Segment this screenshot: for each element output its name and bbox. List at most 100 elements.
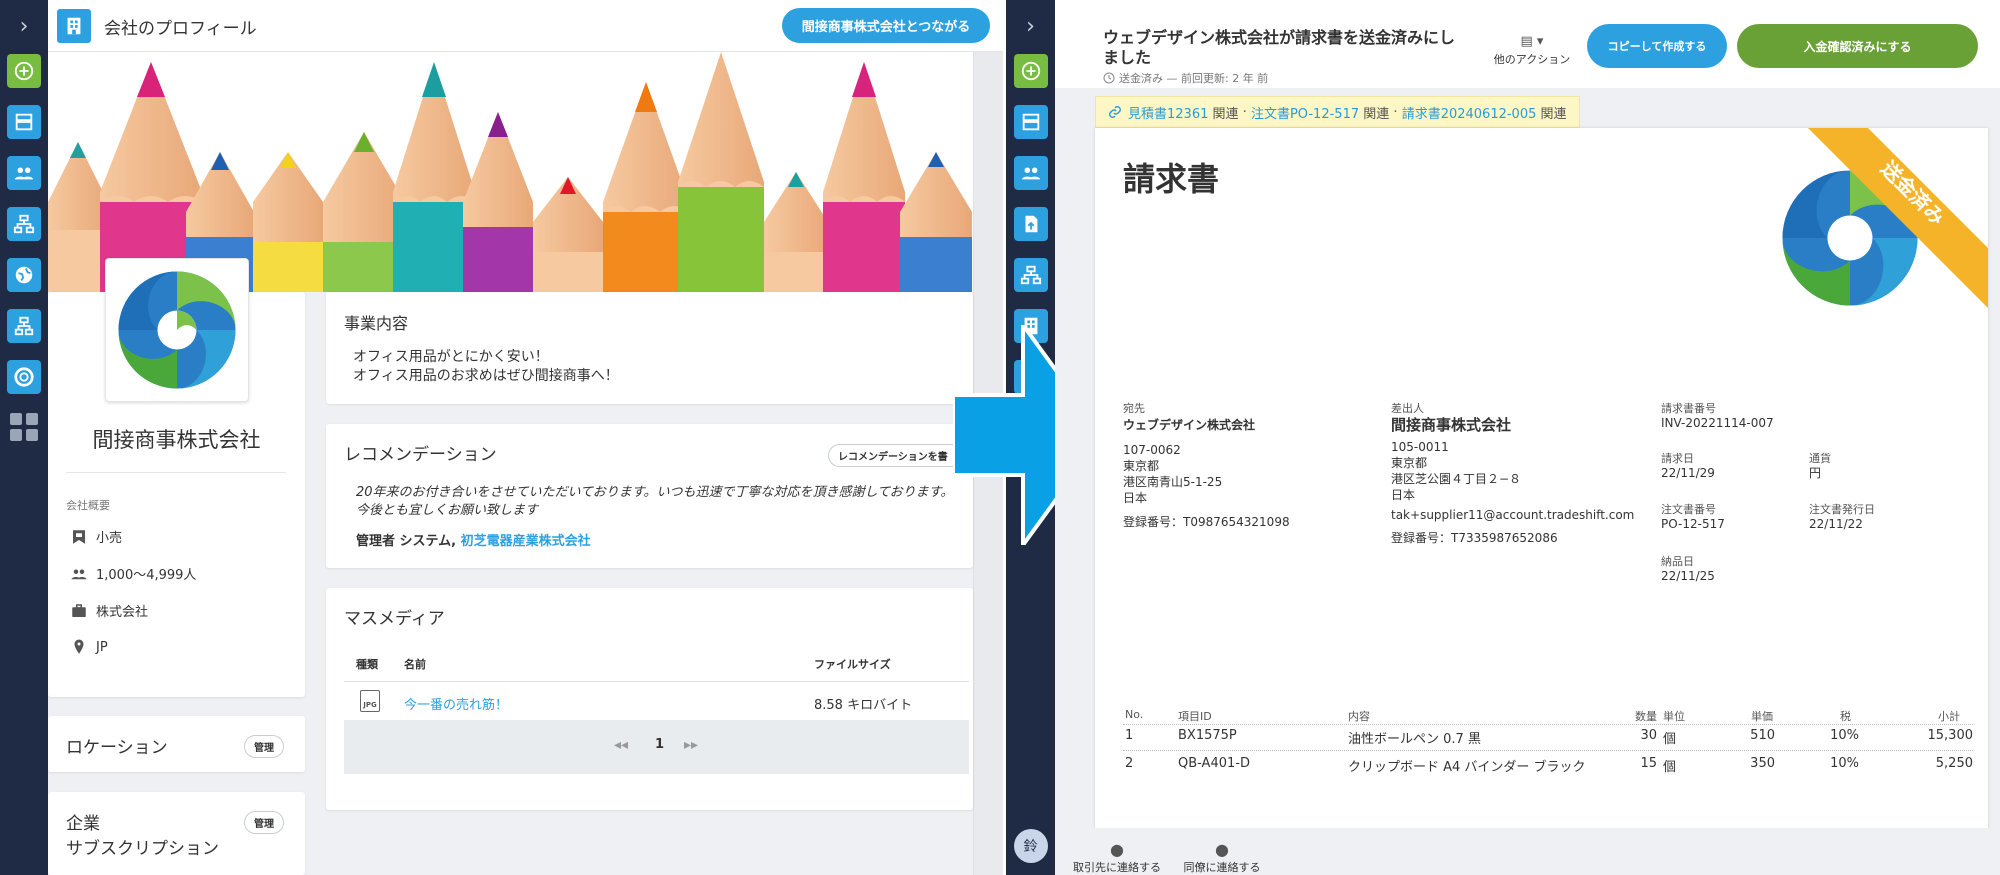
row1-total: 15,300: [1927, 728, 1974, 743]
to-postal: 107-0062: [1123, 443, 1181, 457]
company-profile-app: 会社のプロフィール 間接商事株式会社とつながる 会社概要 小売 1,000〜4,…: [48, 0, 1003, 875]
related-po-link[interactable]: 注文書PO-12-517: [1251, 103, 1359, 122]
media-file-size: 8.58 キロバイト: [814, 698, 913, 713]
other-actions-button[interactable]: ▤ ▾ 他のアクション: [1487, 30, 1577, 67]
pencils-banner-image: [48, 52, 973, 292]
network-icon[interactable]: [1013, 258, 1048, 292]
from-label: 差出人: [1391, 402, 1424, 415]
to-pref: 東京都: [1123, 459, 1160, 473]
delivery-date-label: 納品日: [1661, 555, 1694, 568]
col-unit: 単位: [1663, 710, 1685, 723]
row2-unit: 個: [1663, 760, 1677, 775]
table-divider: [1123, 750, 1973, 751]
network-icon[interactable]: [7, 207, 41, 241]
profile-header: 会社のプロフィール 間接商事株式会社とつながる: [48, 0, 1003, 52]
invoice-document: 請求書 送金済み 宛先 ウェブデザイン株式会社 107-0062 東京都 港区南…: [1095, 128, 1988, 828]
row1-no: 1: [1125, 728, 1134, 743]
hierarchy-icon[interactable]: [7, 309, 41, 343]
next-page-icon[interactable]: ▸▸: [684, 737, 698, 753]
user-avatar[interactable]: 鈴: [1013, 829, 1048, 863]
col-no: No.: [1125, 708, 1144, 721]
contacts-icon[interactable]: [1013, 156, 1048, 190]
link-icon: [1109, 106, 1121, 118]
recommendation-author: 管理者 システム, 初芝電器産業株式会社: [356, 530, 591, 549]
row1-desc: 油性ボールペン 0.7 黒: [1348, 732, 1481, 747]
col-description: 内容: [1348, 710, 1370, 723]
connect-button[interactable]: 間接商事株式会社とつながる: [782, 8, 990, 43]
briefcase-icon: [72, 603, 86, 617]
contacts-icon[interactable]: [7, 156, 41, 190]
pagination-bar: ◂◂ 1 ▸▸: [344, 720, 969, 774]
to-address: 港区南青山5-1-25: [1123, 475, 1223, 489]
media-file-link[interactable]: 今一番の売れ筋！: [404, 694, 508, 713]
divider: [66, 472, 286, 473]
contact-colleague-label: 同僚に連絡する: [1183, 861, 1261, 874]
pencils-banner: [48, 52, 973, 292]
row2-no: 2: [1125, 756, 1134, 771]
delivery-date: 22/11/25: [1661, 569, 1715, 583]
inbox-icon[interactable]: [1013, 105, 1048, 139]
paid-ribbon: 送金済み: [1808, 128, 1988, 308]
clock-icon: [1103, 72, 1115, 84]
current-page[interactable]: 1: [655, 737, 664, 752]
col-size: ファイルサイズ: [814, 658, 891, 671]
prev-page-icon[interactable]: ◂◂: [614, 737, 628, 753]
support-icon[interactable]: [7, 360, 41, 394]
document-icon: ▤ ▾: [1520, 34, 1544, 49]
globe-icon[interactable]: [7, 258, 41, 292]
subscription-manage-button[interactable]: 管理: [244, 811, 284, 834]
from-registration: 登録番号：T7335987652086: [1391, 531, 1558, 545]
inbox-icon[interactable]: [7, 105, 41, 139]
invoice-heading-2: ました: [1103, 48, 1152, 67]
chat-bubble-icon: ●: [1215, 840, 1229, 859]
row2-qty: 15: [1640, 756, 1657, 771]
write-recommendation-button[interactable]: レコメンデーションを書: [828, 444, 957, 467]
invoice-number-label: 請求書番号: [1661, 402, 1716, 415]
contact-partner-button[interactable]: ● 取引先に連絡する: [1069, 840, 1165, 875]
subscription-title-1: 企業: [66, 814, 100, 834]
recommendation-title: レコメンデーション: [344, 445, 497, 465]
to-name: ウェブデザイン株式会社: [1123, 418, 1256, 432]
location-manage-button[interactable]: 管理: [244, 735, 284, 758]
invoice-number: INV-20221114-007: [1661, 416, 1774, 430]
jpg-file-icon: JPG: [360, 690, 380, 712]
contact-partner-label: 取引先に連絡する: [1073, 861, 1161, 874]
expand-chevron-icon[interactable]: ›: [1026, 12, 1035, 42]
row1-id: BX1575P: [1178, 728, 1237, 743]
col-item-id: 項目ID: [1178, 710, 1212, 723]
col-qty: 数量: [1635, 710, 1657, 723]
po-number-label: 注文書番号: [1661, 503, 1716, 516]
table-divider: [344, 681, 969, 682]
invoice-date: 22/11/29: [1661, 466, 1715, 480]
copy-create-button[interactable]: コピーして作成する: [1587, 24, 1727, 68]
related-suffix-2: 関連: [1363, 106, 1390, 122]
row2-price: 350: [1750, 756, 1775, 771]
col-name: 名前: [404, 658, 426, 671]
recommendation-text: 20年来のお付き合いをさせていただいております。いつも迅速で丁寧な対応を頂き感謝…: [356, 485, 954, 518]
confirm-payment-button[interactable]: 入金確認済みにする: [1737, 24, 1978, 68]
table-divider: [1123, 724, 1973, 725]
upload-icon[interactable]: [1013, 207, 1048, 241]
other-actions-label: 他のアクション: [1493, 53, 1571, 66]
related-invoice-link[interactable]: 請求書20240612-005: [1402, 103, 1537, 122]
from-country: 日本: [1391, 488, 1416, 502]
business-card: 事業内容 オフィス用品がとにかく安い！ オフィス用品のお求めはぜひ間接商事へ！: [326, 292, 973, 404]
row1-qty: 30: [1640, 728, 1657, 743]
col-subtotal: 小計: [1938, 710, 1960, 723]
info-employees: 1,000〜4,999人: [70, 564, 196, 583]
apps-grid-icon[interactable]: [10, 413, 38, 441]
location-card: ロケーション 管理: [48, 716, 305, 772]
add-icon[interactable]: [1013, 54, 1048, 88]
separator-1: ·: [1242, 104, 1247, 120]
related-quote-link[interactable]: 見積書12361: [1128, 103, 1208, 122]
author-company-link[interactable]: 初芝電器産業株式会社: [461, 534, 591, 549]
related-documents-bar: 見積書12361 関連 · 注文書PO-12-517 関連 · 請求書20240…: [1095, 96, 1580, 128]
separator-2: ·: [1393, 104, 1398, 120]
add-icon[interactable]: [7, 54, 41, 88]
industry-icon: [73, 529, 85, 544]
expand-chevron-icon[interactable]: ›: [20, 12, 29, 42]
country-text: JP: [96, 639, 108, 655]
col-price: 単価: [1751, 710, 1773, 723]
col-type: 種類: [356, 658, 378, 671]
contact-colleague-button[interactable]: ● 同僚に連絡する: [1179, 840, 1265, 875]
